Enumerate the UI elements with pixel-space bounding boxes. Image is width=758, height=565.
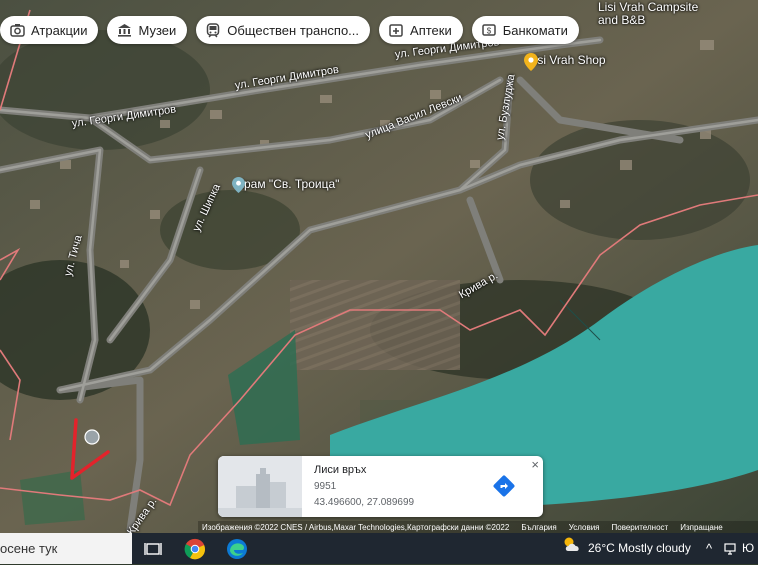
taskbar-search[interactable]: осене тук (0, 533, 132, 564)
tray-monitor-icon[interactable] (724, 533, 736, 564)
send-feedback-link[interactable]: Изпращане (680, 523, 723, 532)
close-icon[interactable]: × (531, 457, 539, 472)
terms-link[interactable]: Условия (569, 523, 600, 532)
chip-transit[interactable]: Обществен транспо... (196, 16, 371, 44)
place-thumbnail[interactable] (218, 456, 302, 517)
place-postal-code: 9951 (314, 481, 337, 492)
map-imagery (0, 0, 758, 533)
cloud-sun-icon (562, 533, 582, 564)
museum-icon (116, 22, 132, 38)
imagery-credit: Изображения ©2022 CNES / Airbus,Maxar Te… (202, 522, 510, 532)
chip-attractions[interactable]: Атракции (0, 16, 99, 44)
chip-label: Банкомати (502, 22, 568, 38)
chip-pharmacies[interactable]: Аптеки (379, 16, 463, 44)
pharmacy-icon (388, 22, 404, 38)
chip-label: Музеи (138, 22, 177, 38)
chip-label: Обществен транспо... (227, 22, 360, 38)
weather-widget[interactable]: 26°C Mostly cloudy (562, 533, 691, 564)
tray-overflow-icon[interactable]: ^ (706, 533, 712, 564)
satellite-map[interactable]: ул. Георги Димитров ул. Георги Димитров … (0, 0, 758, 533)
poi-label: Lisi Vrah Campsite and B&B (598, 0, 699, 27)
place-coordinates: 43.496600, 27.089699 (314, 497, 415, 508)
chrome-icon[interactable] (184, 538, 206, 560)
category-chips: Атракции Музеи Обществен транспо... Апте… (0, 16, 579, 44)
poi-campsite[interactable]: Lisi Vrah Campsite and B&B (598, 1, 708, 27)
map-attribution: Изображения ©2022 CNES / Airbus,Maxar Te… (198, 521, 758, 533)
privacy-link[interactable]: Поверителност (612, 523, 669, 532)
language-indicator[interactable]: Ю (742, 533, 754, 564)
place-title: Лиси връх (314, 464, 367, 476)
place-card[interactable]: Лиси връх 9951 43.496600, 27.089699 × (218, 456, 543, 517)
weather-text: 26°C Mostly cloudy (588, 541, 691, 555)
poi-church[interactable]: Храм "Св. Троица" (232, 177, 340, 193)
poi-label: Lisi Vrah Shop (528, 53, 606, 67)
transit-icon (205, 22, 221, 38)
poi-shop[interactable]: Lisi Vrah Shop (524, 53, 606, 71)
atm-icon: $ (481, 22, 497, 38)
chip-label: Аптеки (410, 22, 452, 38)
directions-icon[interactable] (492, 474, 516, 498)
chip-label: Атракции (31, 22, 88, 38)
edge-icon[interactable] (226, 538, 248, 560)
task-view-icon[interactable] (142, 538, 164, 560)
chip-museums[interactable]: Музеи (107, 16, 188, 44)
taskbar: осене тук 26°C Mostly cloudy ^ Ю (0, 533, 758, 564)
svg-text:$: $ (487, 27, 492, 36)
chip-atms[interactable]: $ Банкомати (471, 16, 579, 44)
country-link[interactable]: България (521, 523, 556, 532)
poi-label: Храм "Св. Троица" (236, 177, 340, 191)
camera-icon (9, 22, 25, 38)
